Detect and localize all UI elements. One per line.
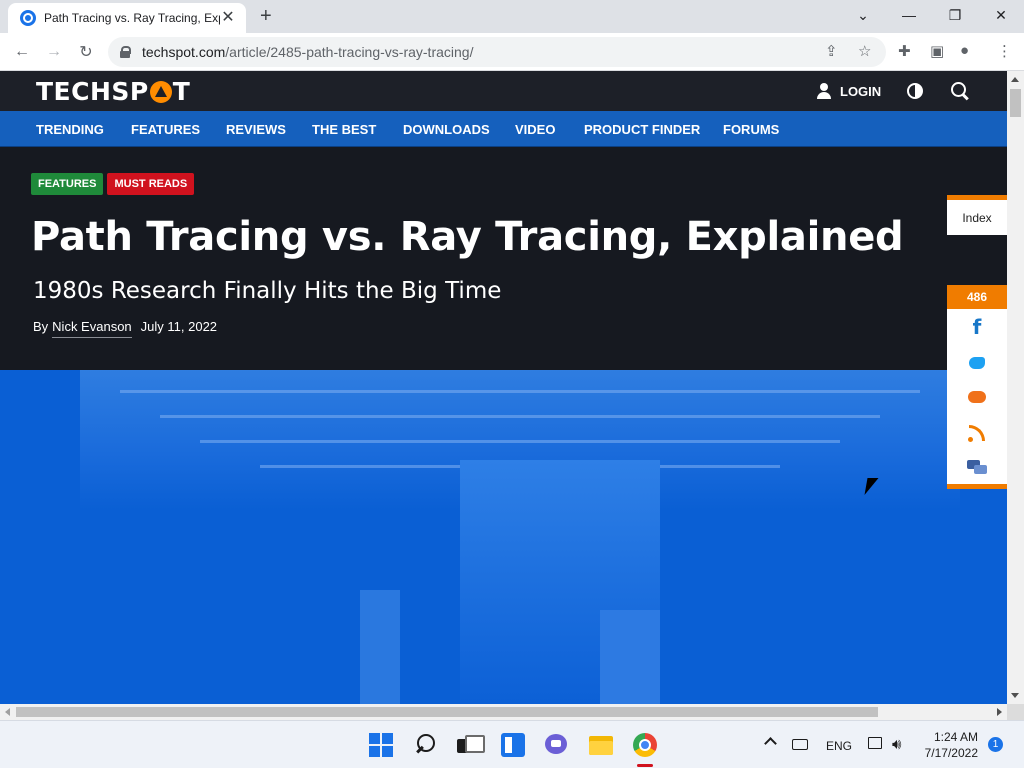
web-page: TECHSP T LOGIN TRENDING FEATURES REVIEWS …	[0, 71, 1007, 704]
start-windows-icon[interactable]	[369, 733, 393, 757]
browser-toolbar: ← → ↻ techspot.com/article/2485-path-tra…	[0, 33, 1024, 71]
nav-item-features[interactable]: FEATURES	[131, 122, 200, 137]
forward-arrow-icon[interactable]: →	[42, 41, 66, 63]
keyboard-icon[interactable]	[792, 739, 808, 750]
login-label: LOGIN	[840, 83, 882, 99]
browser-tab-active[interactable]: Path Tracing vs. Ray Tracing, Expl ✕	[8, 3, 246, 33]
nav-item-trending[interactable]: TRENDING	[36, 122, 104, 137]
system-clock[interactable]: 1:24 AM 7/17/2022	[920, 729, 978, 761]
taskbar-search-icon[interactable]	[414, 733, 438, 757]
browser-tab-strip: Path Tracing vs. Ray Tracing, Expl ✕ + ⌄…	[0, 0, 1024, 33]
new-tab-button[interactable]: +	[260, 6, 272, 26]
nav-item-video[interactable]: VIDEO	[515, 122, 555, 137]
tag-features[interactable]: FEATURES	[31, 173, 104, 195]
tag-must-reads[interactable]: MUST READS	[107, 173, 195, 195]
article-title: Path Tracing vs. Ray Tracing, Explained	[31, 214, 904, 260]
article-tags: FEATURES MUST READS	[31, 173, 195, 195]
main-nav: TRENDING FEATURES REVIEWS THE BEST DOWNL…	[0, 111, 1007, 147]
bookmark-star-icon[interactable]: ☆	[858, 42, 871, 60]
site-header: TECHSP T LOGIN	[0, 71, 1007, 111]
login-button[interactable]: LOGIN	[817, 83, 881, 99]
minimize-button[interactable]: —	[886, 0, 932, 30]
hero-image-detail	[360, 590, 400, 704]
contrast-toggle-icon[interactable]	[907, 83, 923, 99]
nav-item-forums[interactable]: FORUMS	[723, 122, 779, 137]
horizontal-scrollbar[interactable]	[0, 704, 1007, 720]
reddit-icon[interactable]	[967, 387, 987, 407]
index-button[interactable]: Index	[947, 195, 1007, 235]
share-box: 486 f	[947, 285, 1007, 489]
url-text: techspot.com/article/2485-path-tracing-v…	[142, 44, 474, 60]
vertical-scrollbar[interactable]	[1007, 71, 1024, 704]
scroll-right-arrow-icon[interactable]	[997, 708, 1002, 716]
search-icon[interactable]	[951, 82, 969, 100]
article-hero-image	[0, 370, 1007, 704]
tab-close-icon[interactable]: ✕	[220, 10, 236, 26]
author-link[interactable]: Nick Evanson	[52, 319, 132, 338]
language-indicator[interactable]: ENG	[826, 739, 852, 753]
reload-icon[interactable]: ↻	[74, 41, 98, 63]
active-app-indicator	[637, 764, 653, 767]
nav-item-product-finder[interactable]: PRODUCT FINDER	[584, 122, 700, 137]
clock-time: 1:24 AM	[933, 730, 978, 744]
scroll-up-arrow-icon[interactable]	[1011, 77, 1019, 82]
byline: By Nick Evanson July 11, 2022	[33, 319, 217, 338]
user-icon	[817, 83, 831, 99]
vertical-scroll-thumb[interactable]	[1010, 89, 1021, 117]
twitter-icon[interactable]	[967, 353, 987, 373]
volume-icon[interactable]: 🔊︎	[892, 736, 901, 753]
scroll-down-arrow-icon[interactable]	[1011, 693, 1019, 698]
article-hero: FEATURES MUST READS Path Tracing vs. Ray…	[0, 147, 947, 370]
nav-item-the-best[interactable]: THE BEST	[312, 122, 376, 137]
notification-badge[interactable]: 1	[988, 737, 1003, 752]
chat-icon[interactable]	[545, 733, 569, 757]
more-menu-icon[interactable]: ⋮	[997, 42, 1012, 60]
close-window-button[interactable]: ✕	[978, 0, 1024, 30]
widgets-icon[interactable]	[501, 733, 525, 757]
file-explorer-icon[interactable]	[589, 733, 613, 757]
extensions-puzzle-icon[interactable]: ✚	[898, 42, 911, 60]
nav-item-downloads[interactable]: DOWNLOADS	[403, 122, 490, 137]
back-arrow-icon[interactable]: ←	[10, 41, 34, 63]
tab-title: Path Tracing vs. Ray Tracing, Expl	[44, 11, 220, 25]
task-view-icon[interactable]	[457, 733, 485, 757]
profile-avatar-icon[interactable]: ●	[960, 42, 969, 59]
techspot-logo[interactable]: TECHSP T	[36, 77, 190, 106]
chrome-icon[interactable]	[633, 733, 657, 757]
hero-image-detail	[160, 415, 880, 418]
rss-icon[interactable]	[967, 423, 987, 443]
share-icon[interactable]: ⇪	[825, 42, 838, 60]
horizontal-scroll-thumb[interactable]	[16, 707, 878, 717]
techspot-favicon-icon	[20, 10, 36, 26]
clock-date: 7/17/2022	[924, 746, 978, 760]
windows-taskbar: ENG 🔊︎ 1:24 AM 7/17/2022 1	[0, 720, 1024, 768]
lock-icon[interactable]	[120, 46, 131, 58]
tab-search-chevron-down-icon[interactable]: ⌄	[840, 0, 886, 30]
hero-image-detail	[200, 440, 840, 443]
by-label: By	[33, 319, 49, 334]
restore-button[interactable]: ❐	[932, 0, 978, 30]
logo-o-icon	[149, 80, 172, 103]
address-bar[interactable]: techspot.com/article/2485-path-tracing-v…	[108, 37, 886, 67]
hero-image-detail	[600, 610, 660, 704]
scrollbar-corner	[1007, 704, 1024, 720]
share-count: 486	[947, 285, 1007, 309]
article-subtitle: 1980s Research Finally Hits the Big Time	[33, 278, 502, 304]
facebook-icon[interactable]: f	[967, 315, 987, 339]
hero-image-detail	[120, 390, 920, 393]
publish-date: July 11, 2022	[140, 319, 218, 334]
comments-icon[interactable]	[967, 457, 987, 477]
scroll-left-arrow-icon[interactable]	[5, 708, 10, 716]
side-panel-icon[interactable]: ▣	[930, 42, 944, 60]
network-icon[interactable]	[868, 737, 882, 749]
show-hidden-icons-chevron-up-icon[interactable]	[764, 737, 777, 750]
nav-item-reviews[interactable]: REVIEWS	[226, 122, 286, 137]
